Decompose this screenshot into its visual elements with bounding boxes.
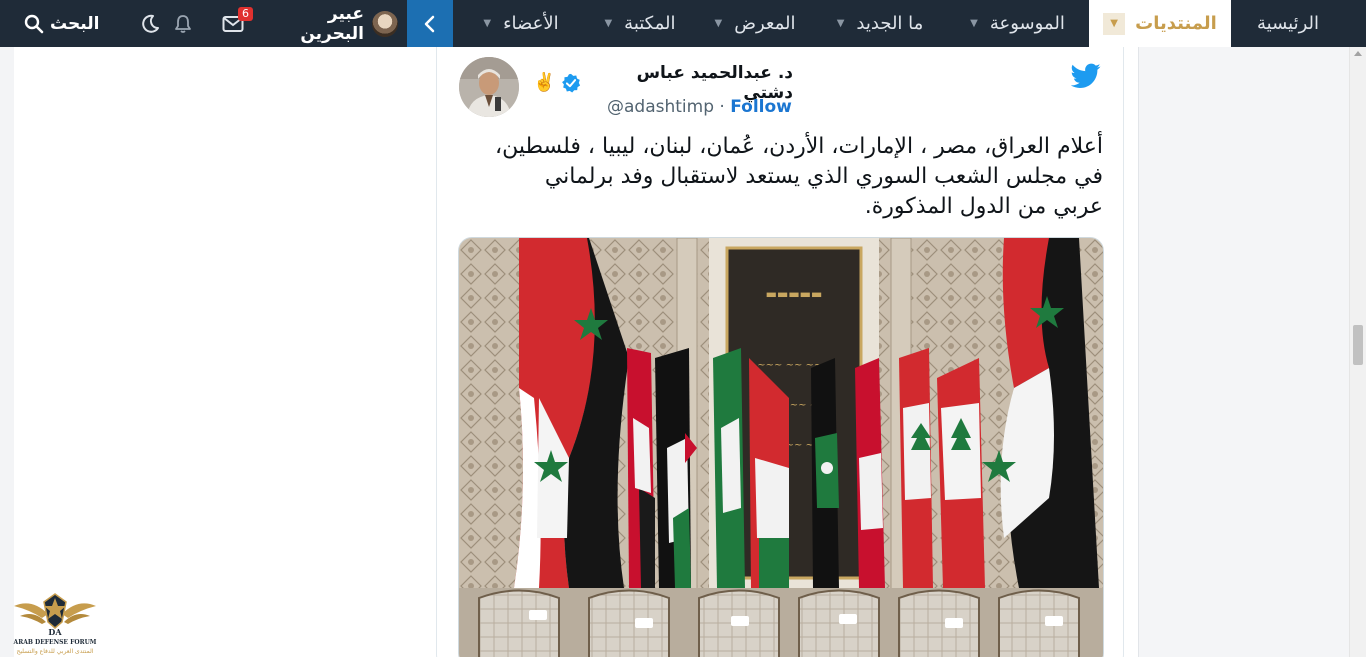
scroll-up-arrow-icon[interactable] bbox=[1354, 51, 1362, 56]
twitter-bird-icon[interactable] bbox=[1071, 63, 1101, 89]
search-button[interactable]: البحث bbox=[24, 0, 104, 47]
arab-defense-forum-logo: DA ARAB DEFENSE FORUM المنتدى العربي للد… bbox=[13, 593, 97, 655]
svg-text:▬▬▬▬▬: ▬▬▬▬▬ bbox=[766, 287, 823, 301]
nav-members-label: الأعضاء bbox=[503, 13, 559, 34]
flags-hall-photo: ▬▬▬▬▬ ~~~ ~~ ~~~ ~~ ~~~ ~~ ~~~ ~~ ~~~ bbox=[459, 238, 1103, 657]
tweet-photo[interactable]: ▬▬▬▬▬ ~~~ ~~ ~~~ ~~ ~~~ ~~ ~~~ ~~ ~~~ bbox=[458, 237, 1104, 657]
username-label: عبير البحرين bbox=[300, 3, 364, 44]
chevron-down-icon[interactable]: ▼ bbox=[604, 18, 612, 29]
nav-whats-new[interactable]: ▼ ما الجديد bbox=[810, 0, 950, 47]
page-left-gutter bbox=[0, 47, 14, 657]
inbox-count-badge: 6 bbox=[238, 7, 253, 21]
handle-separator: · bbox=[719, 97, 725, 117]
bell-icon bbox=[175, 15, 191, 33]
tweet-author-info: د. عبدالحميد عباس دشتي ✌️ @adashtimp · F… bbox=[533, 63, 793, 117]
victory-hand-icon: ✌️ bbox=[533, 72, 556, 93]
author-photo bbox=[459, 57, 519, 117]
search-icon bbox=[24, 14, 44, 33]
logo-tagline: المنتدى العربي للدفاع والتسليح bbox=[17, 648, 94, 655]
alerts-button[interactable] bbox=[170, 11, 196, 37]
nav-home-label: الرئيسية bbox=[1257, 13, 1319, 34]
tweet-handle-row: @adashtimp · Follow bbox=[533, 97, 793, 117]
follow-button[interactable]: Follow bbox=[730, 97, 792, 117]
nav-members[interactable]: ▼ الأعضاء bbox=[462, 0, 580, 47]
search-label: البحث bbox=[50, 13, 100, 34]
tweet-author-handle[interactable]: @adashtimp bbox=[607, 97, 714, 117]
right-sidebar bbox=[1138, 47, 1349, 657]
nav-encyclopedia[interactable]: ▼ الموسوعة bbox=[950, 0, 1085, 47]
nav-encyclopedia-label: الموسوعة bbox=[989, 13, 1065, 34]
moon-icon bbox=[142, 14, 159, 33]
chevron-down-icon[interactable]: ▼ bbox=[483, 18, 491, 29]
nav-forums-label: المنتديات bbox=[1135, 13, 1217, 34]
tweet-text: أعلام العراق، مصر ، الإمارات، الأردن، عُ… bbox=[448, 132, 1103, 222]
tweet-embed: د. عبدالحميد عباس دشتي ✌️ @adashtimp · F… bbox=[436, 47, 1124, 657]
site-logo[interactable]: DA ARAB DEFENSE FORUM المنتدى العربي للد… bbox=[12, 588, 98, 657]
chevron-left-icon bbox=[424, 15, 435, 32]
inbox-button[interactable]: 6 bbox=[220, 7, 253, 37]
nav-whats-new-label: ما الجديد bbox=[856, 13, 924, 34]
tweet-author-avatar[interactable] bbox=[459, 57, 519, 117]
nav-collapse-button[interactable] bbox=[407, 0, 453, 47]
page-scrollbar[interactable] bbox=[1349, 47, 1366, 657]
scrollbar-thumb[interactable] bbox=[1353, 325, 1363, 365]
chevron-down-icon[interactable]: ▼ bbox=[715, 18, 723, 29]
logo-name: ARAB DEFENSE FORUM bbox=[13, 639, 97, 646]
nav-home[interactable]: الرئيسية bbox=[1231, 0, 1345, 47]
chevron-down-icon[interactable]: ▼ bbox=[837, 18, 845, 29]
top-navbar: الرئيسية ▼ المنتديات ▼ الموسوعة ▼ ما الج… bbox=[0, 0, 1366, 47]
avatar bbox=[372, 10, 398, 37]
chevron-down-icon[interactable]: ▼ bbox=[970, 18, 978, 29]
nav-gallery[interactable]: ▼ المعرض bbox=[700, 0, 810, 47]
theme-toggle-button[interactable] bbox=[137, 11, 163, 37]
user-menu[interactable]: عبير البحرين bbox=[270, 0, 398, 47]
nav-library-label: المكتبة bbox=[624, 13, 676, 34]
nav-gallery-label: المعرض bbox=[734, 13, 796, 34]
chevron-down-icon[interactable]: ▼ bbox=[1103, 12, 1126, 35]
verified-badge-icon bbox=[562, 73, 581, 93]
nav-forums[interactable]: ▼ المنتديات bbox=[1089, 0, 1231, 47]
tweet-text-line: عربي من الدول المذكورة. bbox=[864, 194, 1103, 219]
tweet-text-line: في مجلس الشعب السوري الذي يستعد لاستقبال… bbox=[544, 164, 1103, 189]
tweet-text-line: أعلام العراق، مصر ، الإمارات، الأردن، عُ… bbox=[494, 134, 1103, 159]
logo-monogram: DA bbox=[48, 627, 62, 637]
nav-library[interactable]: ▼ المكتبة bbox=[580, 0, 700, 47]
